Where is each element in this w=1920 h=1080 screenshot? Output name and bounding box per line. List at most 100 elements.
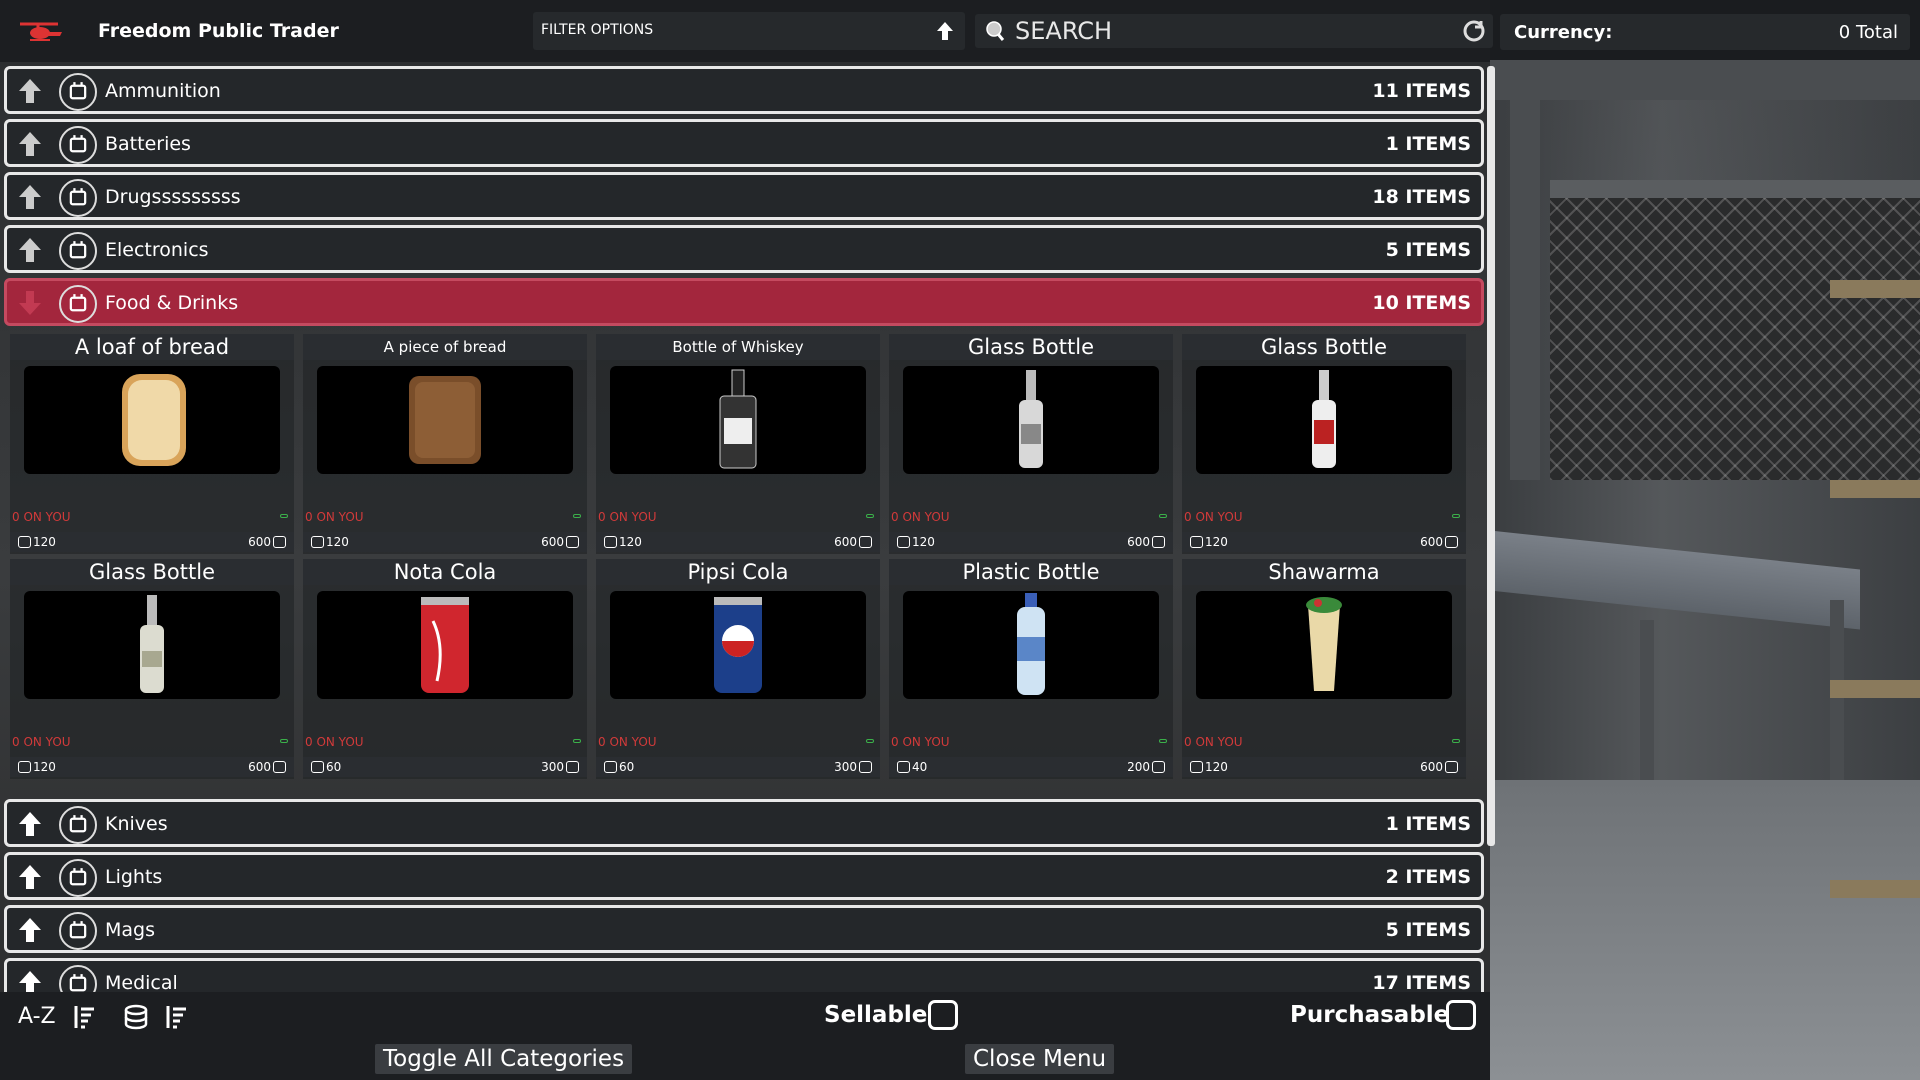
- coin-icon: [897, 761, 910, 773]
- coin-icon: [1190, 536, 1203, 548]
- sell-price: 600: [1420, 760, 1460, 774]
- helicopter-icon: [20, 22, 62, 41]
- purchasable-checkbox[interactable]: [1446, 1000, 1476, 1030]
- arrow-up-icon: [19, 185, 41, 209]
- buy-price: 120: [1188, 535, 1228, 549]
- category-count: 1 ITEMS: [1385, 133, 1471, 155]
- item-name: Glass Bottle: [889, 334, 1173, 360]
- toggle-all-categories-button[interactable]: Toggle All Categories: [375, 1044, 633, 1074]
- filter-options-label: FILTER OPTIONS: [541, 22, 654, 38]
- item-card[interactable]: Pipsi Cola 0 ON YOU 60 300: [596, 559, 880, 779]
- sort-list-icon[interactable]: [72, 1004, 96, 1030]
- coin-icon: [604, 536, 617, 548]
- item-image: [1196, 366, 1452, 474]
- buy-price: 120: [1188, 760, 1228, 774]
- item-card[interactable]: Bottle of Whiskey 0 ON YOU 120 600: [596, 334, 880, 554]
- item-image: [903, 366, 1159, 474]
- currency-display: Currency: 0 Total: [1500, 14, 1910, 50]
- bottom-controls: A-Z Sellable Purchasable Toggle All Cate…: [0, 992, 1490, 1080]
- category-icon: [59, 806, 97, 844]
- sell-price: 600: [248, 760, 288, 774]
- item-image: [24, 591, 280, 699]
- status-indicator: [866, 739, 874, 743]
- price-bar: 60 300: [303, 757, 587, 777]
- category-food-drinks[interactable]: Food & Drinks 10 ITEMS: [4, 278, 1484, 326]
- item-name: A loaf of bread: [10, 334, 294, 360]
- on-you-count: 0 ON YOU: [891, 510, 950, 524]
- buy-price: 120: [16, 535, 56, 549]
- category-count: 5 ITEMS: [1385, 239, 1471, 261]
- sell-price: 600: [248, 535, 288, 549]
- category-electronics[interactable]: Electronics 5 ITEMS: [4, 225, 1484, 273]
- close-menu-button[interactable]: Close Menu: [965, 1044, 1115, 1074]
- sell-price: 600: [541, 535, 581, 549]
- coin-icon: [1445, 761, 1458, 773]
- item-name: Glass Bottle: [10, 559, 294, 585]
- currency-label: Currency:: [1514, 22, 1613, 43]
- coin-icon: [273, 761, 286, 773]
- item-name: Pipsi Cola: [596, 559, 880, 585]
- on-you-count: 0 ON YOU: [891, 735, 950, 749]
- category-icon: [59, 285, 97, 323]
- filter-options-dropdown[interactable]: FILTER OPTIONS: [533, 12, 965, 50]
- item-card[interactable]: Nota Cola 0 ON YOU 60 300: [303, 559, 587, 779]
- item-image: [610, 366, 866, 474]
- item-card[interactable]: A piece of bread 0 ON YOU 120 600: [303, 334, 587, 554]
- search-input[interactable]: [1015, 17, 1435, 45]
- buy-price: 120: [16, 760, 56, 774]
- item-image: [317, 591, 573, 699]
- price-bar: 120 600: [889, 532, 1173, 552]
- item-name: Bottle of Whiskey: [596, 334, 880, 360]
- category-count: 17 ITEMS: [1372, 972, 1471, 992]
- sell-price: 600: [1420, 535, 1460, 549]
- category-count: 10 ITEMS: [1372, 292, 1471, 314]
- category-mags[interactable]: Mags 5 ITEMS: [4, 905, 1484, 953]
- category-drugs[interactable]: Drugsssssssss 18 ITEMS: [4, 172, 1484, 220]
- arrow-up-icon: [19, 918, 41, 942]
- on-you-count: 0 ON YOU: [1184, 510, 1243, 524]
- item-card[interactable]: Glass Bottle 0 ON YOU 120 600: [1182, 334, 1466, 554]
- category-batteries[interactable]: Batteries 1 ITEMS: [4, 119, 1484, 167]
- status-indicator: [1452, 739, 1460, 743]
- item-card[interactable]: Glass Bottle 0 ON YOU 120 600: [889, 334, 1173, 554]
- coin-icon: [273, 536, 286, 548]
- item-image: [610, 591, 866, 699]
- category-knives[interactable]: Knives 1 ITEMS: [4, 799, 1484, 847]
- scrollbar[interactable]: [1487, 66, 1495, 846]
- refresh-icon[interactable]: [1461, 19, 1487, 43]
- item-name: Glass Bottle: [1182, 334, 1466, 360]
- sellable-label: Sellable: [824, 1002, 928, 1028]
- coin-icon: [1152, 761, 1165, 773]
- buy-price: 40: [895, 760, 927, 774]
- item-card[interactable]: Glass Bottle 0 ON YOU 120 600: [10, 559, 294, 779]
- coin-icon: [1190, 761, 1203, 773]
- category-lights[interactable]: Lights 2 ITEMS: [4, 852, 1484, 900]
- coin-icon: [311, 761, 324, 773]
- status-indicator: [1452, 514, 1460, 518]
- category-icon: [59, 965, 97, 992]
- category-name: Food & Drinks: [105, 292, 239, 314]
- sort-list-icon[interactable]: [164, 1004, 188, 1030]
- category-icon: [59, 912, 97, 950]
- coin-stack-icon[interactable]: [124, 1004, 148, 1030]
- sell-price: 600: [834, 535, 874, 549]
- sort-az-button[interactable]: A-Z: [18, 1004, 56, 1029]
- sellable-checkbox[interactable]: [928, 1000, 958, 1030]
- item-card[interactable]: Plastic Bottle 0 ON YOU 40 200: [889, 559, 1173, 779]
- item-card[interactable]: A loaf of bread 0 ON YOU 120 600: [10, 334, 294, 554]
- category-name: Batteries: [105, 133, 191, 155]
- category-icon: [59, 859, 97, 897]
- buy-price: 60: [602, 760, 634, 774]
- category-ammunition[interactable]: Ammunition 11 ITEMS: [4, 66, 1484, 114]
- category-medical[interactable]: Medical 17 ITEMS: [4, 958, 1484, 992]
- price-bar: 120 600: [10, 532, 294, 552]
- item-image: [317, 366, 573, 474]
- category-name: Electronics: [105, 239, 209, 261]
- price-bar: 120 600: [596, 532, 880, 552]
- plastic-bottle-icon: [1017, 593, 1045, 695]
- price-bar: 120 600: [303, 532, 587, 552]
- item-card[interactable]: Shawarma 0 ON YOU 120 600: [1182, 559, 1466, 779]
- status-indicator: [1159, 514, 1167, 518]
- status-indicator: [573, 739, 581, 743]
- item-grid: A loaf of bread 0 ON YOU 120 600 A piece…: [10, 334, 1480, 794]
